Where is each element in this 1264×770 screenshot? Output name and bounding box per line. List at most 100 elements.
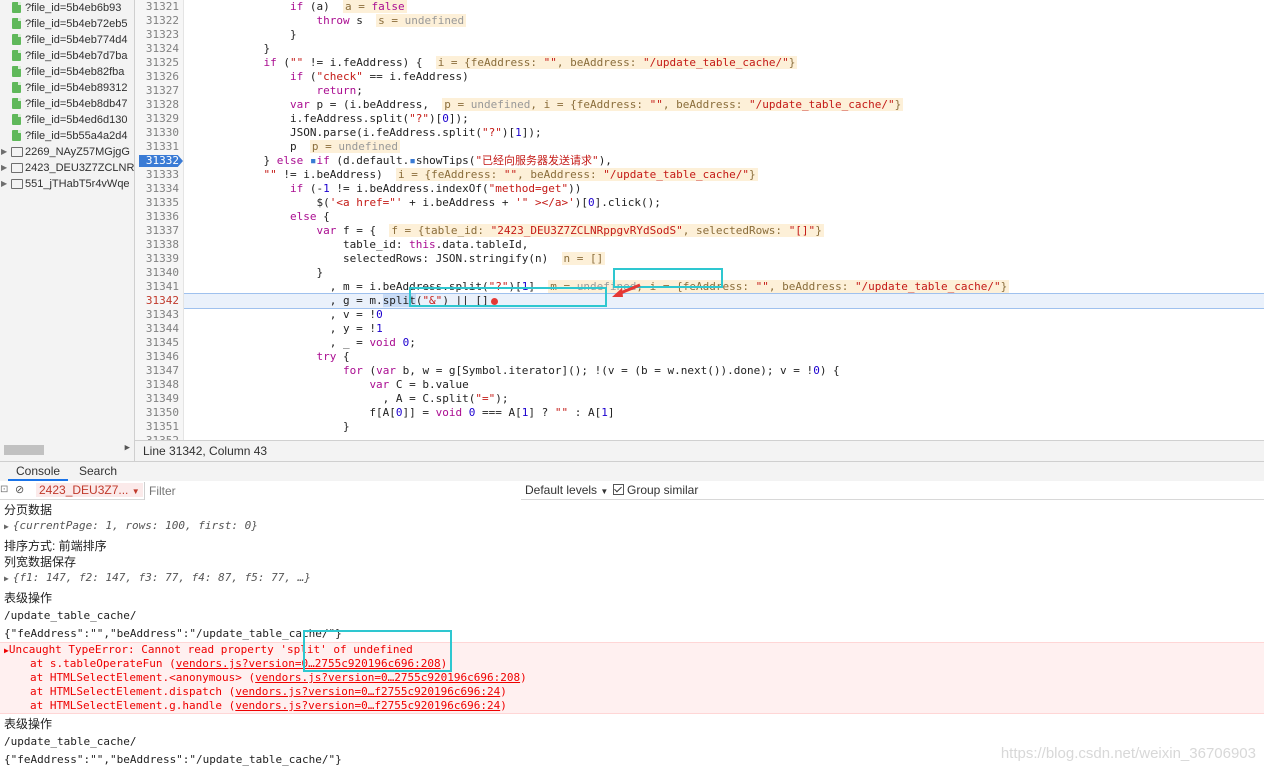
- tree-file-item[interactable]: ?file_id=5b4eb7d7ba: [0, 48, 134, 64]
- context-selector[interactable]: 2423_DEU3Z7... ▼: [36, 481, 143, 499]
- error-message[interactable]: ▶Uncaught TypeError: Cannot read propert…: [0, 643, 1264, 657]
- chevron-right-icon[interactable]: ▶: [1, 176, 7, 192]
- scrollbar-thumb[interactable]: [4, 445, 44, 455]
- expand-triangle-icon[interactable]: ▶: [4, 574, 9, 583]
- tree-folder-item[interactable]: ▶ 2423_DEU3Z7ZCLNR: [0, 160, 134, 176]
- chevron-down-icon: ▼: [600, 487, 609, 496]
- line-number[interactable]: 31322: [135, 14, 183, 28]
- code-line: for (var b, w = g[Symbol.iterator](); !(…: [342, 364, 840, 377]
- line-number[interactable]: 31346: [135, 350, 183, 364]
- source-code-view[interactable]: if (a) a = false throw s s = undefined }…: [184, 0, 1264, 440]
- line-number[interactable]: 31327: [135, 84, 183, 98]
- console-object[interactable]: ▶ {currentPage: 1, rows: 100, first: 0}: [0, 518, 1264, 534]
- line-number[interactable]: 31348: [135, 378, 183, 392]
- tab-console[interactable]: Console: [8, 462, 69, 481]
- folder-name: 551_jTHabT5r4vWqe: [25, 178, 130, 190]
- line-number[interactable]: 31324: [135, 42, 183, 56]
- tree-file-item[interactable]: ?file_id=5b4eb6b93: [0, 0, 134, 16]
- line-number[interactable]: 31339: [135, 252, 183, 266]
- folder-icon: [11, 147, 23, 157]
- code-line: , A = C.split("=");: [184, 392, 509, 405]
- line-number[interactable]: 31350: [135, 406, 183, 420]
- tab-search[interactable]: Search: [71, 462, 125, 481]
- tree-folder-item[interactable]: ▶ 551_jTHabT5r4vWqe: [0, 176, 134, 192]
- line-number[interactable]: 31345: [135, 336, 183, 350]
- line-number[interactable]: 31335: [135, 196, 183, 210]
- file-name: ?file_id=5b4eb82fba: [25, 66, 125, 78]
- sidebar-toggle-icon[interactable]: ⊡: [0, 481, 8, 499]
- line-number[interactable]: 31349: [135, 392, 183, 406]
- file-tree: ?file_id=5b4eb6b93 ?file_id=5b4eb72eb5 ?…: [0, 0, 135, 440]
- code-line: JSON.parse(i.feAddress.split("?")[1]);: [184, 126, 542, 139]
- file-name: ?file_id=5b4eb6b93: [25, 2, 122, 14]
- tree-folder-item[interactable]: ▶ 2269_NAyZ57MGjgG: [0, 144, 134, 160]
- annotation-box-split: [409, 287, 607, 307]
- tree-file-item[interactable]: ?file_id=5b4eb89312: [0, 80, 134, 96]
- tree-file-item[interactable]: ?file_id=5b4ed6d130: [0, 112, 134, 128]
- expand-triangle-icon[interactable]: ▶: [4, 522, 9, 531]
- group-similar-label: Group similar: [627, 483, 699, 497]
- line-number[interactable]: 31331: [135, 140, 183, 154]
- console-message: /update_table_cache/: [4, 609, 137, 622]
- stack-frame: at HTMLSelectElement.g.handle (vendors.j…: [0, 699, 1264, 713]
- code-line: , v = !0: [184, 308, 383, 321]
- console-output: 分页数据 ▶ {currentPage: 1, rows: 100, first:…: [0, 502, 1264, 770]
- code-line: selectedRows: JSON.stringify(n) n = []: [184, 252, 606, 265]
- cursor-position: Line 31342, Column 43: [143, 444, 268, 458]
- line-number[interactable]: 31347: [135, 364, 183, 378]
- console-toolbar: ⊡ ⊘ 2423_DEU3Z7... ▼ Default levels ▼ Gr…: [0, 481, 1264, 500]
- line-number[interactable]: 31338: [135, 238, 183, 252]
- line-number[interactable]: 31323: [135, 28, 183, 42]
- line-number[interactable]: 31336: [135, 210, 183, 224]
- code-line: var p = (i.beAddress, p = undefined, i =…: [289, 98, 904, 111]
- code-line: table_id: this.data.tableId,: [184, 238, 529, 251]
- line-number[interactable]: 31342: [135, 294, 183, 308]
- context-label: 2423_DEU3Z7...: [39, 483, 129, 497]
- tree-file-item[interactable]: ?file_id=5b55a4a2d4: [0, 128, 134, 144]
- line-number[interactable]: 31325: [135, 56, 183, 70]
- tree-file-item[interactable]: ?file_id=5b4eb82fba: [0, 64, 134, 80]
- line-number[interactable]: 31330: [135, 126, 183, 140]
- editor-status-bar: Line 31342, Column 43: [135, 440, 1264, 461]
- line-number[interactable]: 31333: [135, 168, 183, 182]
- line-number[interactable]: 31326: [135, 70, 183, 84]
- tree-file-item[interactable]: ?file_id=5b4eb774d4: [0, 32, 134, 48]
- line-number[interactable]: 31341: [135, 280, 183, 294]
- chevron-right-icon[interactable]: ▶: [1, 144, 7, 160]
- line-number[interactable]: 31337: [135, 224, 183, 238]
- line-number[interactable]: 31334: [135, 182, 183, 196]
- code-line: "" != i.beAddress) i = {feAddress: "", b…: [263, 168, 758, 181]
- log-levels-dropdown[interactable]: Default levels ▼: [525, 481, 608, 499]
- group-similar-checkbox[interactable]: Group similar: [613, 481, 698, 499]
- checkbox-checked-icon[interactable]: [613, 484, 624, 495]
- code-line: i.feAddress.split("?")[0]);: [184, 112, 469, 125]
- line-number[interactable]: 31343: [135, 308, 183, 322]
- code-line: }: [184, 420, 350, 433]
- line-number[interactable]: 31328: [135, 98, 183, 112]
- annotation-arrow-icon: [612, 283, 641, 297]
- filter-input[interactable]: [144, 482, 521, 500]
- console-object[interactable]: ▶ {f1: 147, f2: 147, f3: 77, f4: 87, f5: …: [0, 570, 1264, 586]
- tree-horizontal-scrollbar[interactable]: ▶: [0, 440, 135, 461]
- stack-frame-link[interactable]: vendors.js?version=0…2755c920196c696:208: [255, 671, 520, 684]
- line-number[interactable]: 31351: [135, 420, 183, 434]
- console-message: 列宽数据保存: [4, 555, 77, 569]
- folder-name: 2423_DEU3Z7ZCLNR: [25, 162, 135, 174]
- stack-frame-link[interactable]: vendors.js?version=0…f2755c920196c696:24: [235, 685, 500, 698]
- line-number-gutter[interactable]: 31321 31322 31323 31324 31325 31326 31327 31328…: [135, 0, 184, 440]
- line-number[interactable]: 31329: [135, 112, 183, 126]
- line-number[interactable]: 31344: [135, 322, 183, 336]
- stack-frame: at HTMLSelectElement.dispatch (vendors.j…: [0, 685, 1264, 699]
- tree-file-item[interactable]: ?file_id=5b4eb72eb5: [0, 16, 134, 32]
- breakpoint-line-number[interactable]: 31332: [135, 154, 183, 168]
- stack-frame-link[interactable]: vendors.js?version=0…f2755c920196c696:24: [235, 699, 500, 712]
- code-line: , m = i.beAddress.split("?")[1] m = unde…: [184, 280, 1010, 293]
- chevron-right-icon[interactable]: ▶: [1, 160, 7, 176]
- line-number[interactable]: 31321: [135, 0, 183, 14]
- line-number[interactable]: 31340: [135, 266, 183, 280]
- scroll-right-icon[interactable]: ▶: [125, 443, 130, 453]
- clear-console-icon[interactable]: ⊘: [15, 481, 24, 499]
- code-line: var f = { f = {table_id: "2423_DEU3Z7ZCL…: [316, 224, 824, 237]
- stack-frame-fn: at HTMLSelectElement.dispatch (: [30, 685, 236, 698]
- tree-file-item[interactable]: ?file_id=5b4eb8db47: [0, 96, 134, 112]
